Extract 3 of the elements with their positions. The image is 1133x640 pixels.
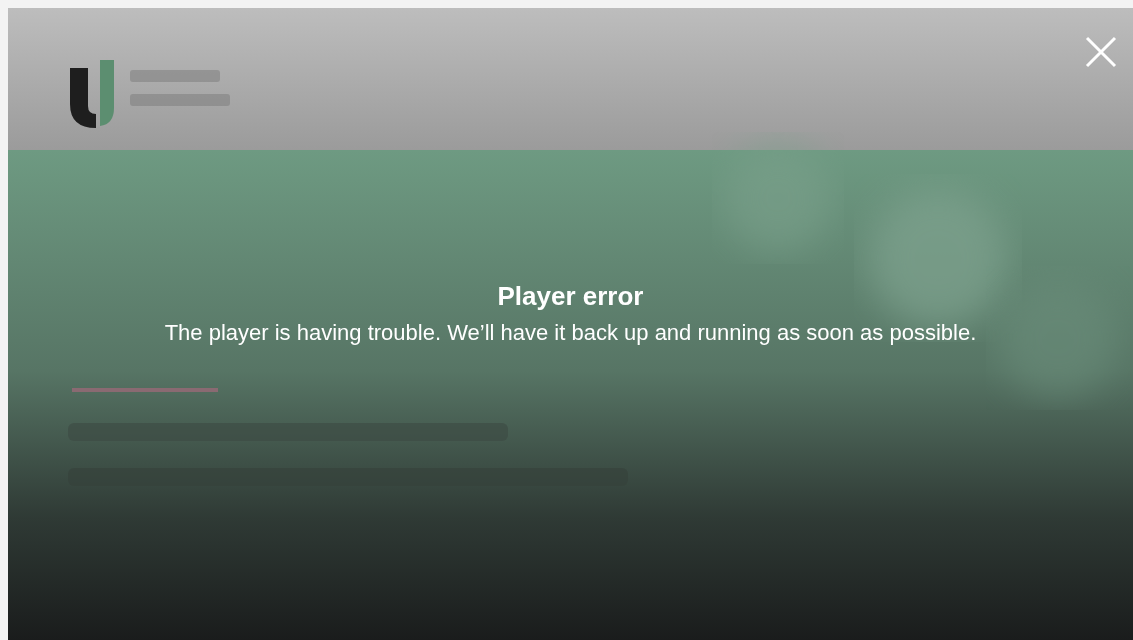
error-message: The player is having trouble. We’ll have it back up and running as soon as possible.: [164, 320, 977, 346]
close-icon: [1085, 36, 1117, 68]
error-title: Player error: [497, 281, 644, 312]
